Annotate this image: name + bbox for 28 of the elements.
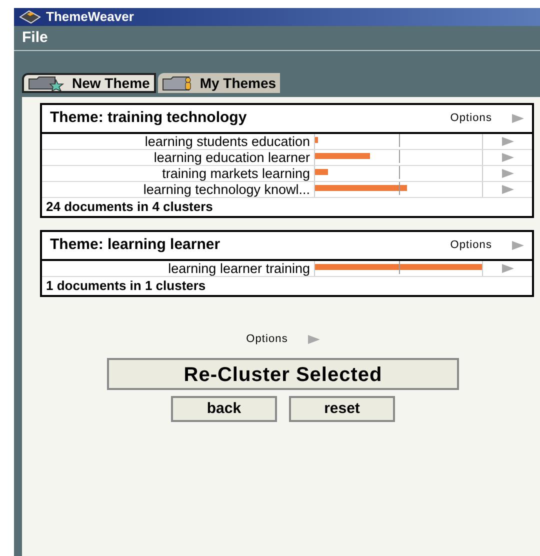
- cluster-summary: 1 documents in 1 clusters: [45, 277, 207, 295]
- options-label[interactable]: Options: [450, 237, 492, 254]
- menu-item[interactable]: File: [22, 26, 48, 50]
- cluster-label[interactable]: learning technology knowl...: [42, 182, 314, 197]
- arrow-right-icon[interactable]: [512, 241, 524, 250]
- options-label[interactable]: Options: [246, 331, 288, 348]
- cluster-label[interactable]: learning learner training: [42, 261, 314, 276]
- arrow-right-icon[interactable]: [502, 169, 514, 178]
- action-button[interactable]: reset: [289, 396, 395, 422]
- options-label[interactable]: Options: [450, 110, 492, 127]
- action-button[interactable]: back: [171, 396, 277, 422]
- arrow-right-icon[interactable]: [502, 264, 514, 273]
- cluster-label[interactable]: learning education learner: [42, 150, 314, 165]
- arrow-right-icon[interactable]: [502, 137, 514, 146]
- tab[interactable]: My Themes: [158, 73, 280, 93]
- window-title: ThemeWeaver: [46, 8, 134, 26]
- arrow-right-icon[interactable]: [512, 114, 524, 123]
- arrow-right-icon[interactable]: [502, 185, 514, 194]
- tab[interactable]: New Theme: [22, 73, 156, 93]
- app-logo-icon: [18, 10, 42, 24]
- cluster-label[interactable]: learning students education: [42, 134, 314, 149]
- theme-title: Theme: training technology: [50, 108, 248, 128]
- re-cluster-button[interactable]: Re-Cluster Selected: [107, 358, 459, 390]
- cluster-label[interactable]: training markets learning: [42, 166, 314, 181]
- arrow-right-icon[interactable]: [502, 153, 514, 162]
- arrow-right-icon[interactable]: [308, 334, 320, 344]
- theme-title: Theme: learning learner: [50, 235, 222, 256]
- cluster-summary: 24 documents in 4 clusters: [45, 198, 214, 216]
